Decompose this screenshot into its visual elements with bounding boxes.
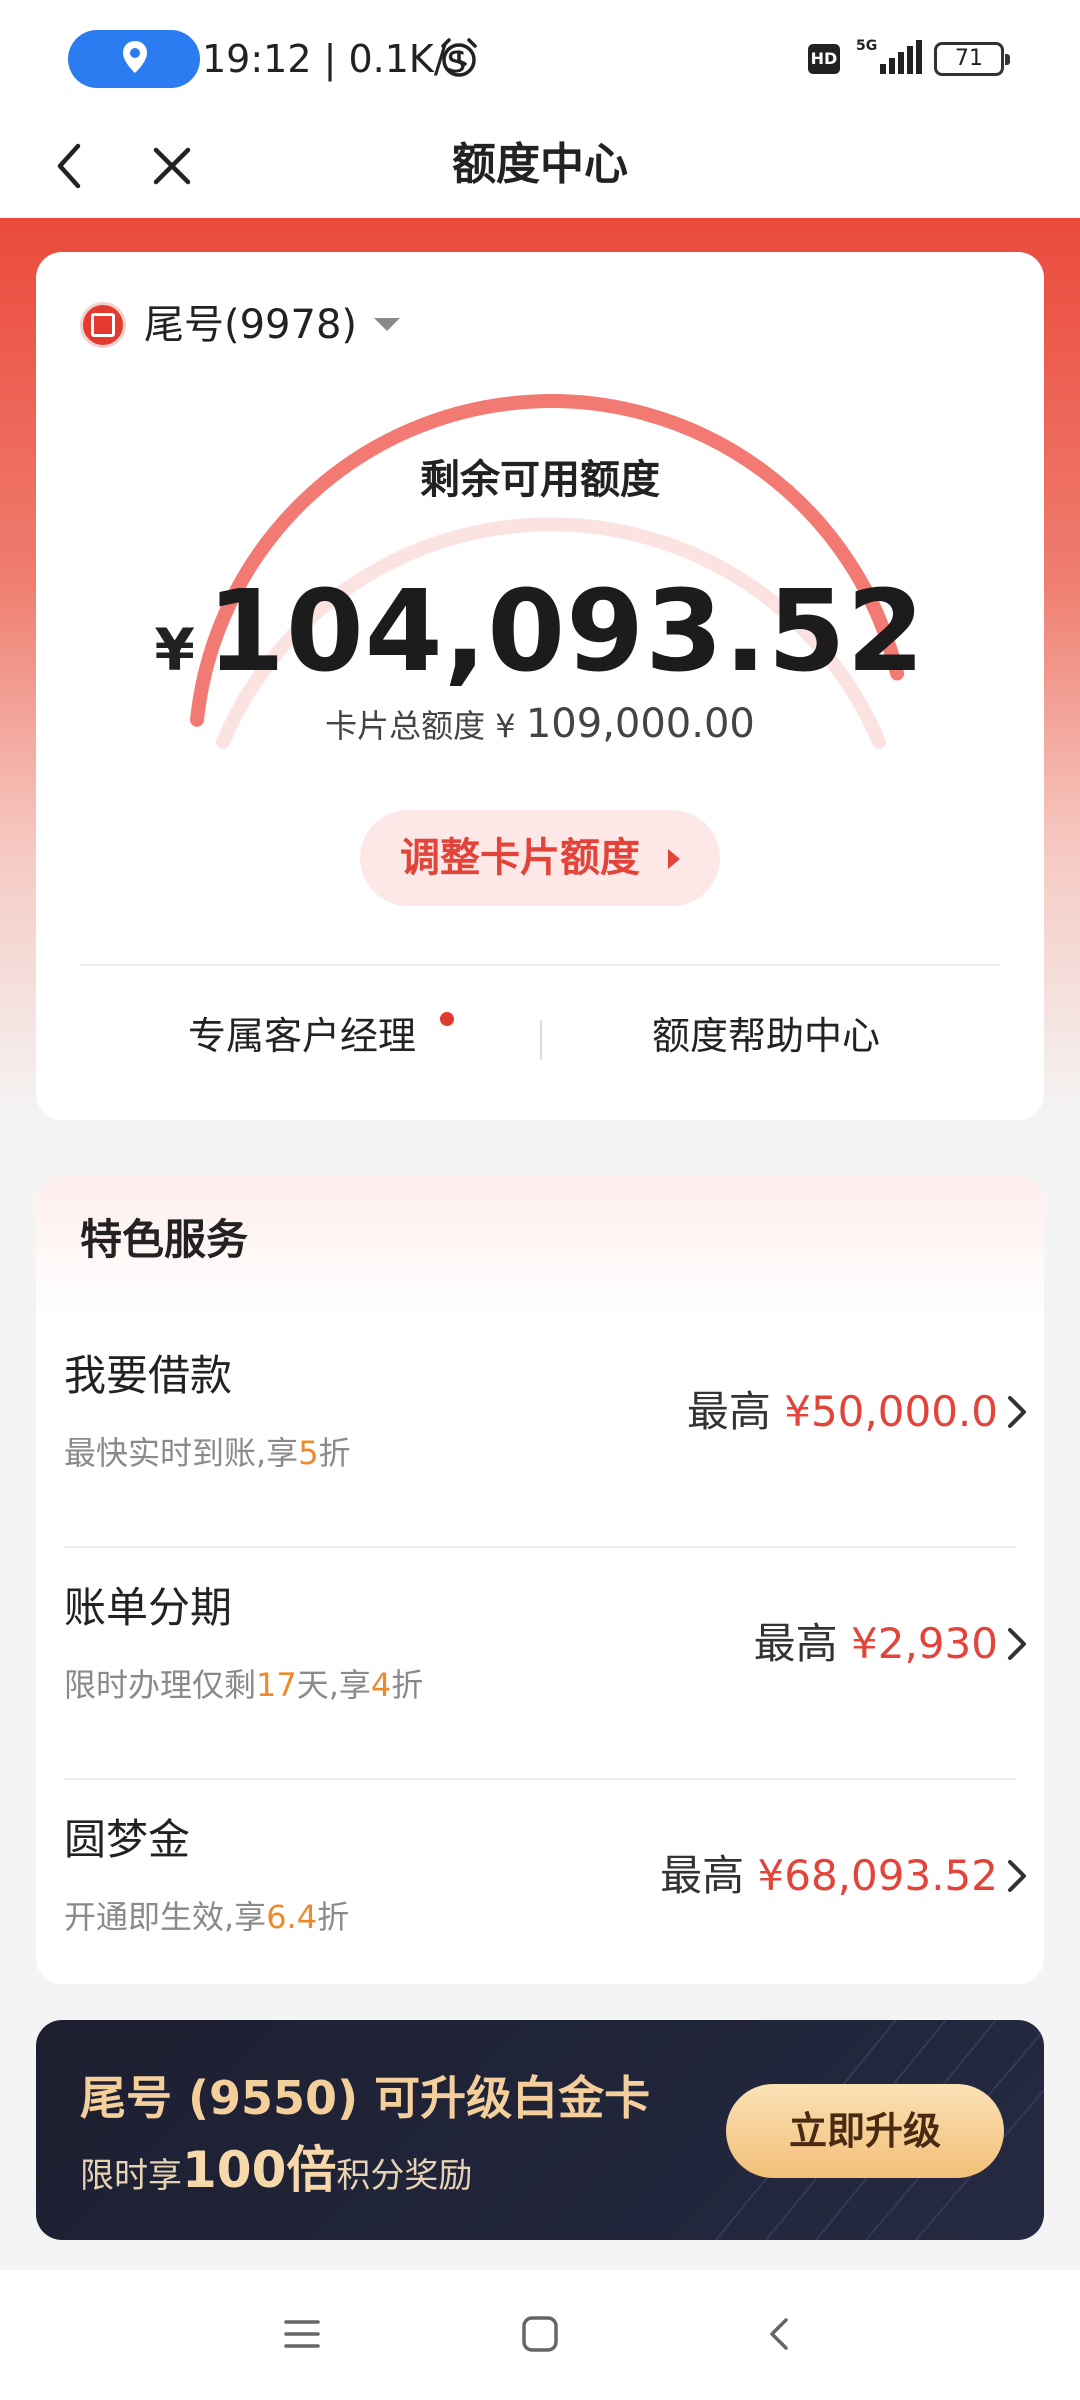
remaining-label: 剩余可用额度 bbox=[420, 457, 660, 503]
upgrade-now-button[interactable]: 立即升级 bbox=[726, 2084, 1004, 2178]
service-max-amount: 最高 ¥50,000.0 bbox=[686, 1387, 998, 1436]
link-separator bbox=[540, 1020, 542, 1060]
service-name: 圆梦金 bbox=[64, 1815, 191, 1864]
notification-dot bbox=[440, 1012, 454, 1026]
divider bbox=[80, 964, 1000, 966]
page-title: 额度中心 bbox=[452, 139, 628, 190]
bank-logo bbox=[80, 302, 126, 348]
service-name: 账单分期 bbox=[64, 1583, 233, 1632]
service-desc: 开通即生效,享6.4折 bbox=[64, 1898, 350, 1936]
system-nav-bar bbox=[0, 2270, 1080, 2400]
credit-limit-card: 尾号(9978) 剩余可用额度 ¥104,093.52 卡片总额度 ¥ 109,… bbox=[36, 252, 1044, 1120]
status-time-speed: 19:12 | 0.1K/s bbox=[202, 37, 467, 81]
service-row-loan[interactable]: 我要借款 最快实时到账,享5折 最高 ¥50,000.0 bbox=[64, 1316, 1044, 1548]
service-max-amount: 最高 ¥2,930 bbox=[753, 1619, 998, 1668]
location-pill[interactable] bbox=[68, 30, 200, 88]
account-manager-link[interactable]: 专属客户经理 bbox=[188, 1008, 416, 1064]
chevron-right-icon bbox=[1008, 1396, 1026, 1428]
services-title: 特色服务 bbox=[80, 1215, 249, 1264]
service-desc: 限时办理仅剩17天,享4折 bbox=[64, 1666, 424, 1704]
upgrade-title: 尾号 (9550) 可升级白金卡 bbox=[80, 2071, 651, 2125]
limit-help-link[interactable]: 额度帮助中心 bbox=[652, 1008, 880, 1064]
service-desc: 最快实时到账,享5折 bbox=[64, 1434, 351, 1472]
triangle-right-icon bbox=[668, 849, 680, 869]
location-icon bbox=[123, 41, 147, 73]
signal-icon: 5G bbox=[856, 38, 922, 74]
alarm-icon bbox=[441, 38, 477, 77]
system-back-icon[interactable] bbox=[760, 2314, 800, 2354]
total-limit-label: 卡片总额度 ¥ bbox=[325, 707, 516, 745]
svg-text:5G: 5G bbox=[856, 38, 877, 54]
caret-down-icon[interactable] bbox=[374, 318, 400, 331]
total-limit: 卡片总额度 ¥ 109,000.00 bbox=[36, 696, 1044, 754]
upgrade-subtitle: 限时享100倍积分奖励 bbox=[80, 2141, 473, 2199]
service-row-dream-fund[interactable]: 圆梦金 开通即生效,享6.4折 最高 ¥68,093.52 bbox=[64, 1780, 1044, 1984]
total-limit-amount: 109,000.00 bbox=[525, 701, 755, 747]
upgrade-banner[interactable]: 尾号 (9550) 可升级白金卡 限时享100倍积分奖励 立即升级 bbox=[36, 2020, 1044, 2240]
service-name: 我要借款 bbox=[64, 1351, 233, 1400]
menu-icon[interactable] bbox=[282, 2314, 322, 2354]
chevron-right-icon bbox=[1008, 1860, 1026, 1892]
hd-icon: HD bbox=[808, 44, 840, 74]
currency-symbol: ¥ bbox=[154, 616, 195, 684]
remaining-amount: 104,093.52 bbox=[206, 567, 926, 697]
home-icon[interactable] bbox=[520, 2314, 560, 2354]
adjust-limit-label: 调整卡片额度 bbox=[400, 835, 640, 881]
service-row-installment[interactable]: 账单分期 限时办理仅剩17天,享4折 最高 ¥2,930 bbox=[64, 1548, 1044, 1780]
service-max-amount: 最高 ¥68,093.52 bbox=[660, 1851, 998, 1900]
card-selector[interactable]: 尾号(9978) bbox=[144, 296, 357, 354]
adjust-limit-button[interactable]: 调整卡片额度 bbox=[360, 810, 720, 906]
battery-indicator: 71 bbox=[934, 42, 1010, 76]
special-services-card: 特色服务 我要借款 最快实时到账,享5折 最高 ¥50,000.0 账单分期 限… bbox=[36, 1176, 1044, 1984]
status-bar: 19:12 | 0.1K/s HD 5G 71 bbox=[0, 0, 1080, 118]
nav-bar: 额度中心 bbox=[0, 118, 1080, 218]
chevron-right-icon bbox=[1008, 1628, 1026, 1660]
